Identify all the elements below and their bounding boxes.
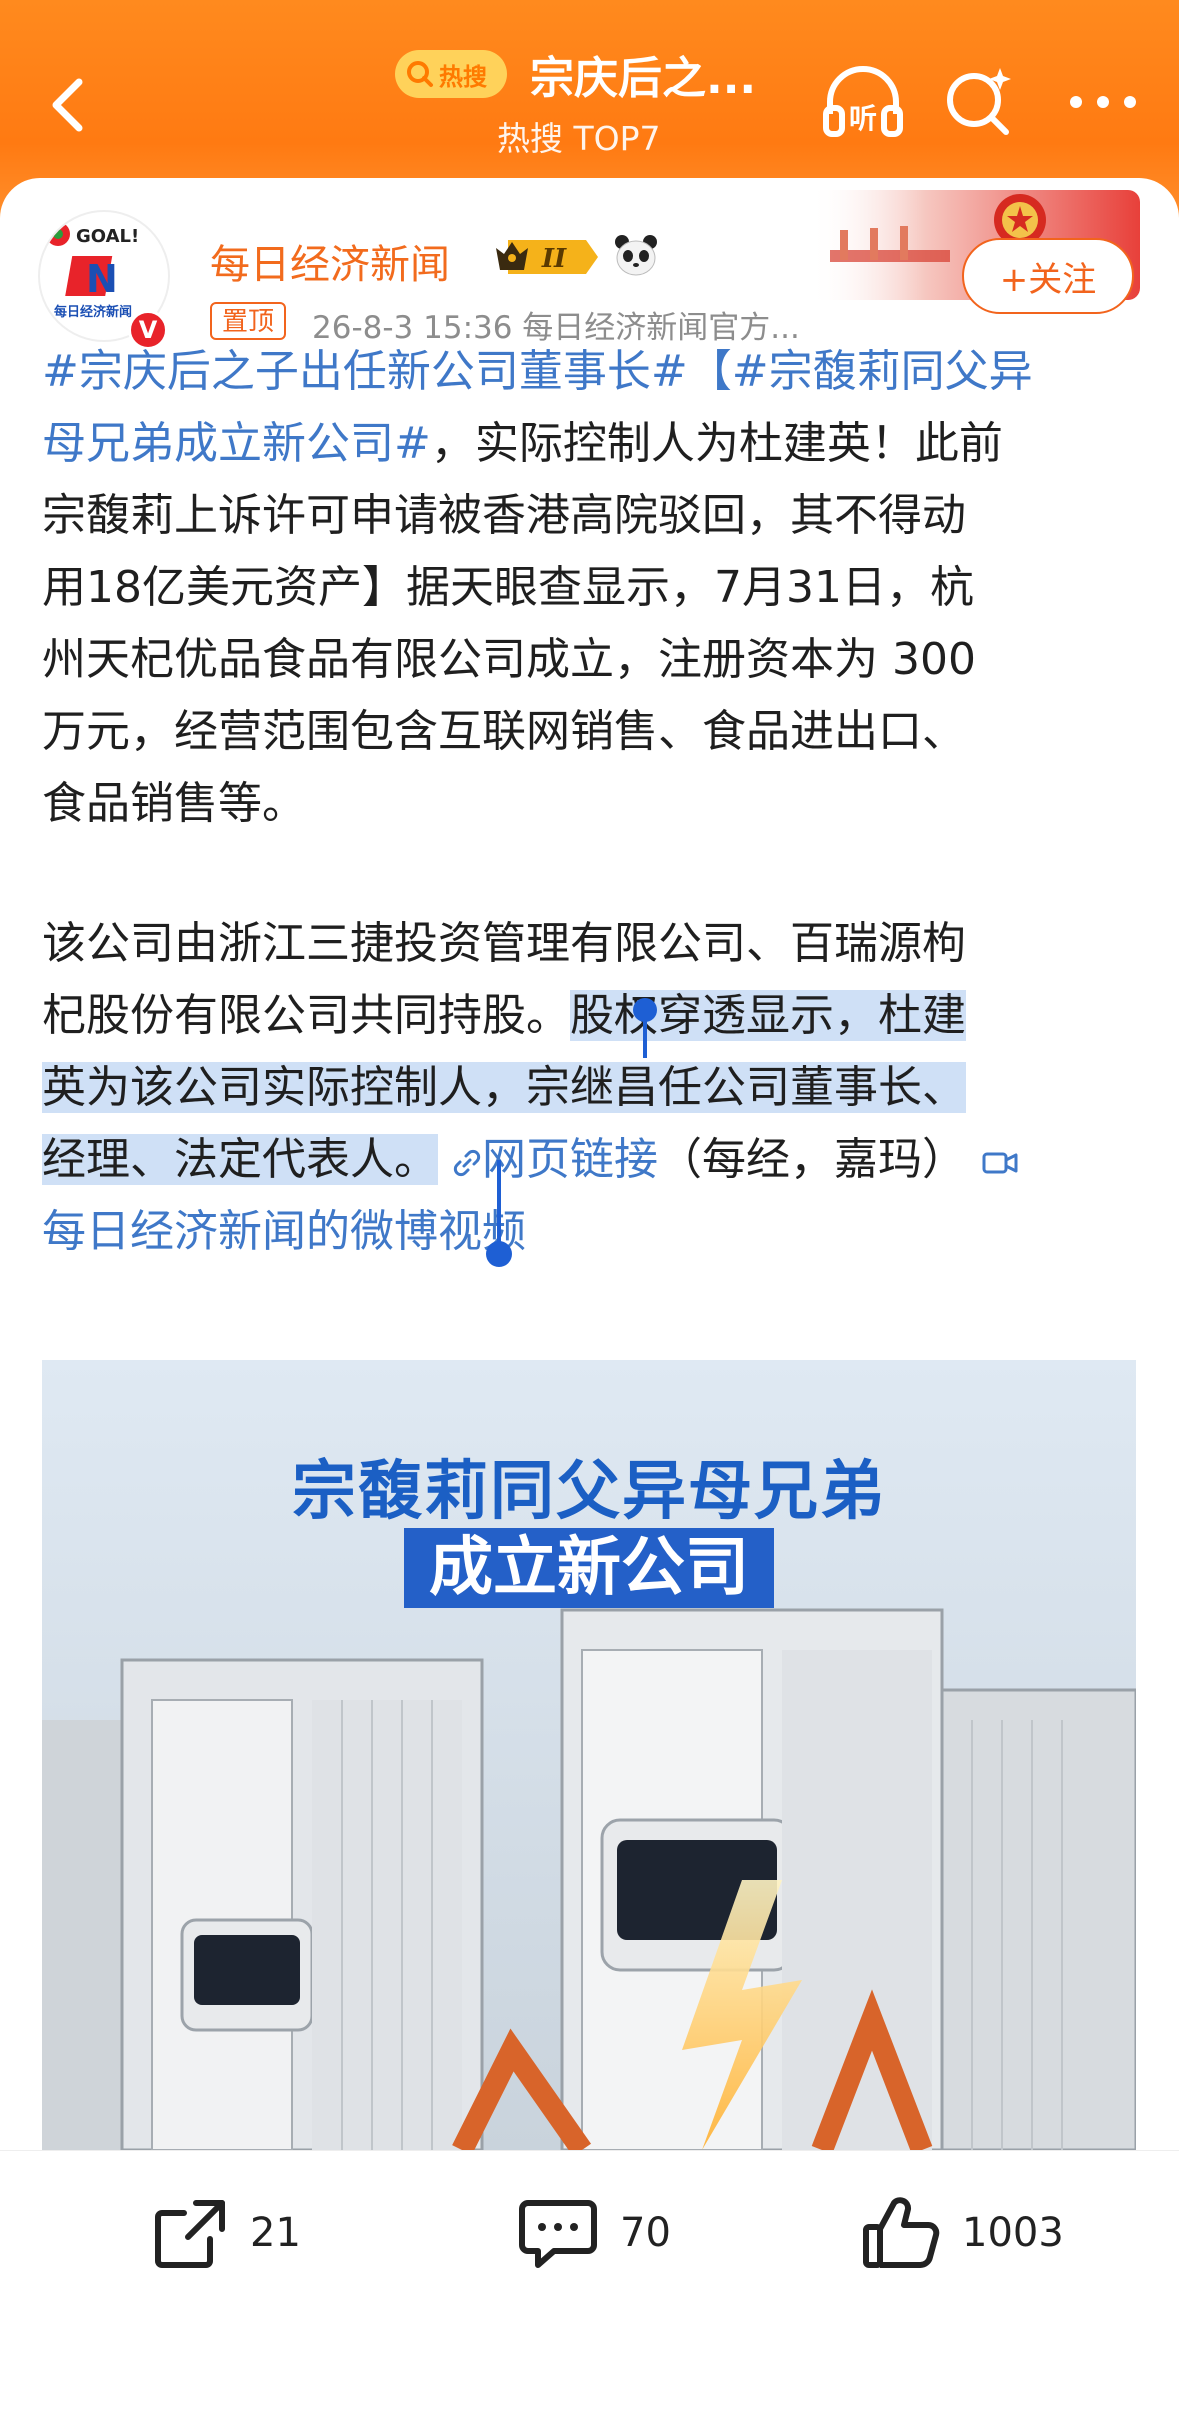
text-line-11: 经理、法定代表人。 网页链接（每经，嘉玛） — [42, 1124, 1142, 1196]
text-line-9: 杞股份有限公司共同持股。股权穿透显示，杜建 — [42, 990, 966, 1041]
text-line-12: 每日经济新闻的微博视频 — [42, 1196, 1142, 1268]
pinned-badge: 置顶 — [210, 302, 287, 340]
video-camera-icon — [982, 1152, 1018, 1174]
share-icon — [155, 2200, 225, 2268]
hot-search-badge: 热搜 — [395, 50, 507, 98]
video-link[interactable]: 每日经济新闻的微博视频 — [42, 1206, 526, 1257]
like-count: 1003 — [962, 2210, 1064, 2256]
svg-text:N: N — [86, 257, 118, 301]
like-button[interactable]: 1003 — [862, 2193, 1064, 2273]
header-title: 宗庆后之... — [530, 53, 757, 104]
text-line-7: 食品销售等。 — [42, 778, 306, 829]
image-title-line1: 宗馥莉同父异母兄弟 — [292, 1455, 886, 1529]
text-line-6: 万元，经营范围包含互联网销售、食品进出口、 — [42, 706, 966, 757]
svg-text:每日经济新闻: 每日经济新闻 — [54, 304, 132, 320]
selected-text[interactable]: 经理、法定代表人。 — [42, 1134, 438, 1185]
link-chain-icon — [453, 1149, 481, 1177]
search-spark-icon[interactable] — [940, 62, 1020, 142]
author-name[interactable]: 每日经济新闻 — [210, 232, 450, 290]
image-title-line2: 成立新公司 — [404, 1528, 774, 1608]
hashtag-link[interactable]: 母兄弟成立新公司# — [42, 418, 431, 469]
text-line-4: 用18亿美元资产】据天眼查显示，7月31日，杭 — [42, 562, 974, 613]
hashtag-link[interactable]: #宗庆后之子出任新公司董事长#【#宗馥莉同父异 — [42, 346, 1033, 397]
crown-level-badge-icon: II — [496, 240, 598, 274]
thumbs-up-icon — [863, 2197, 940, 2268]
search-small-icon — [407, 61, 433, 87]
selection-start-handle[interactable] — [630, 998, 660, 1058]
comment-icon — [519, 2200, 597, 2268]
svg-text:II: II — [541, 244, 567, 274]
more-options-icon[interactable] — [1058, 62, 1148, 142]
hot-badge-label: 热搜 — [439, 62, 487, 91]
svg-text:听: 听 — [849, 102, 877, 135]
selection-end-handle[interactable] — [484, 1160, 514, 1270]
comment-button[interactable]: 70 — [518, 2193, 671, 2273]
follow-button[interactable]: +关注 — [962, 238, 1134, 314]
text-line-3: 宗馥莉上诉许可申请被香港高院驳回，其不得动 — [42, 490, 966, 541]
headphones-listen-icon[interactable]: 听 — [818, 62, 908, 142]
back-chevron-icon[interactable] — [24, 60, 114, 150]
comment-count: 70 — [620, 2210, 671, 2256]
post-video-thumbnail[interactable]: 宗馥莉同父异母兄弟 成立新公司 — [42, 1360, 1136, 2150]
text-line-10: 英为该公司实际控制人，宗继昌任公司董事长、 — [42, 1052, 1142, 1124]
share-count: 21 — [250, 2210, 301, 2256]
svg-text:GOAL!: GOAL! — [76, 226, 139, 247]
header-subtitle: 热搜 TOP7 — [497, 119, 661, 158]
hot-search-title[interactable]: 热搜 宗庆后之... 热搜 TOP7 — [395, 40, 795, 160]
text-line-2: 母兄弟成立新公司#，实际控制人为杜建英！此前 — [42, 418, 1003, 469]
text-line-1: #宗庆后之子出任新公司董事长#【#宗馥莉同父异 — [42, 336, 1142, 408]
text-line-5: 州天杞优品食品有限公司成立，注册资本为 300 — [42, 634, 976, 685]
text-line-8: 该公司由浙江三捷投资管理有限公司、百瑞源枸 — [42, 918, 966, 969]
share-button[interactable]: 21 — [152, 2193, 301, 2273]
post-body: #宗庆后之子出任新公司董事长#【#宗馥莉同父异 母兄弟成立新公司#，实际控制人为… — [42, 336, 1142, 1268]
bottom-action-bar: 21 70 1003 — [0, 2150, 1179, 2418]
selected-text[interactable]: 英为该公司实际控制人，宗继昌任公司董事长、 — [42, 1062, 966, 1113]
panda-icon — [615, 235, 657, 276]
